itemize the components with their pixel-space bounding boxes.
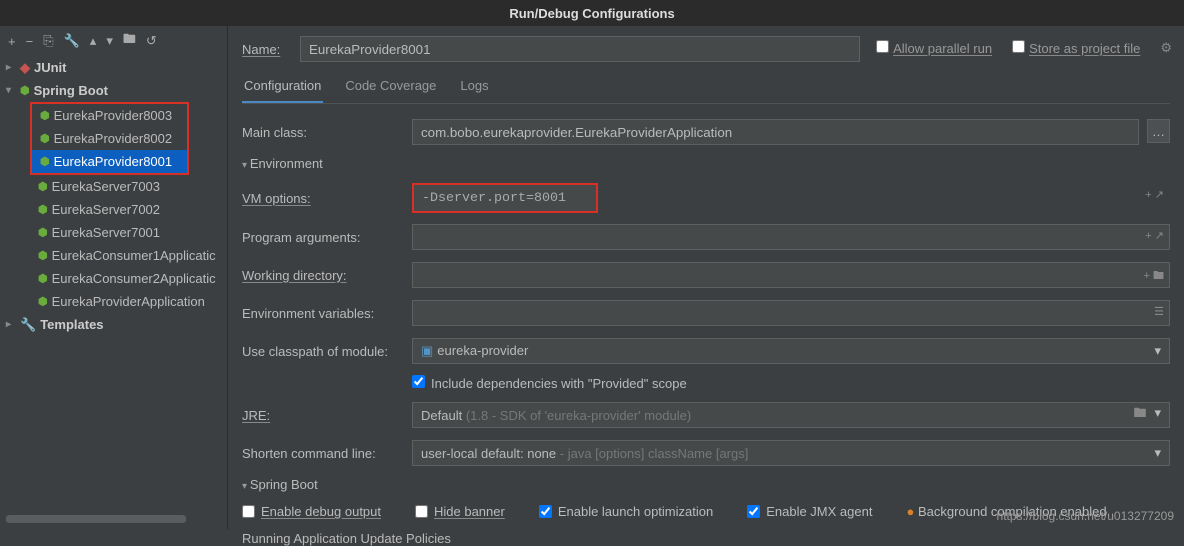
down-icon[interactable]: ▾ xyxy=(106,33,113,49)
springboot-icon: ⬢ xyxy=(38,272,48,285)
sidebar-toolbar: + − ⎘ 🔧 ▴ ▾ 🖿 ↺ xyxy=(0,26,227,56)
springboot-icon: ⬢ xyxy=(40,132,50,145)
tree-item-provider8001[interactable]: ⬢ EurekaProvider8001 xyxy=(32,150,187,173)
revert-icon[interactable]: ↺ xyxy=(146,33,157,49)
tree-junit[interactable]: ▸ ◆ JUnit xyxy=(0,56,227,79)
springboot-icon: ⬢ xyxy=(38,203,48,216)
shorten-label: Shorten command line: xyxy=(242,446,412,461)
name-label: Name: xyxy=(242,42,300,57)
environment-section[interactable]: Environment xyxy=(242,156,1170,171)
config-tree: ▸ ◆ JUnit ▾ ⬢ Spring Boot ⬢ EurekaProvid… xyxy=(0,56,227,529)
classpath-dropdown[interactable]: ▣eureka-provider ▾ xyxy=(412,338,1170,364)
remove-icon[interactable]: − xyxy=(26,34,34,49)
folder-icon[interactable]: + 🖿 xyxy=(1144,267,1164,286)
browse-main-class-button[interactable]: … xyxy=(1147,119,1170,143)
sidebar-scrollbar[interactable] xyxy=(6,515,186,523)
list-icon[interactable]: ☰ xyxy=(1154,305,1164,318)
springboot-icon: ⬢ xyxy=(38,180,48,193)
program-args-label: Program arguments: xyxy=(242,230,412,245)
tab-logs[interactable]: Logs xyxy=(458,72,490,103)
copy-icon[interactable]: ⎘ xyxy=(43,33,53,49)
wrench-icon[interactable]: 🔧 xyxy=(64,33,80,49)
tab-bar: Configuration Code Coverage Logs xyxy=(242,72,1170,104)
env-vars-label: Environment variables: xyxy=(242,306,412,321)
springboot-icon: ⬢ xyxy=(40,109,50,122)
window-title: Run/Debug Configurations xyxy=(0,0,1184,26)
highlighted-group: ⬢ EurekaProvider8003 ⬢ EurekaProvider800… xyxy=(30,102,189,175)
springboot-icon: ⬢ xyxy=(20,84,30,97)
vm-options-label: VM options: xyxy=(242,191,412,206)
classpath-label: Use classpath of module: xyxy=(242,344,412,359)
springboot-icon: ⬢ xyxy=(38,226,48,239)
tree-item-provider8002[interactable]: ⬢ EurekaProvider8002 xyxy=(32,127,187,150)
main-class-input[interactable] xyxy=(412,119,1139,145)
shorten-dropdown[interactable]: user-local default: none - java [options… xyxy=(412,440,1170,466)
chevron-down-icon: ▾ xyxy=(1154,343,1161,359)
chevron-down-icon: ▾ xyxy=(1154,405,1161,420)
sidebar: + − ⎘ 🔧 ▴ ▾ 🖿 ↺ ▸ ◆ JUnit ▾ ⬢ Spring Boo… xyxy=(0,26,228,529)
program-args-input[interactable] xyxy=(412,224,1170,250)
launch-opt-checkbox[interactable]: Enable launch optimization xyxy=(539,504,713,519)
expand-icon[interactable]: + ↗ xyxy=(1145,229,1164,242)
wrench-icon: 🔧 xyxy=(20,317,36,333)
include-provided-checkbox[interactable]: Include dependencies with "Provided" sco… xyxy=(412,376,687,391)
content-panel: Allow parallel run Store as project file… xyxy=(228,26,1184,529)
springboot-icon: ⬢ xyxy=(40,155,50,168)
warning-icon: ● xyxy=(906,504,914,519)
jre-label: JRE: xyxy=(242,408,412,423)
module-icon: ▣ xyxy=(421,343,433,358)
gear-icon[interactable]: ⚙ xyxy=(1160,40,1172,56)
tree-item-consumer2[interactable]: ⬢ EurekaConsumer2Applicatic xyxy=(0,267,227,290)
tree-item-server7002[interactable]: ⬢ EurekaServer7002 xyxy=(0,198,227,221)
running-update-label: Running Application Update Policies xyxy=(242,531,1170,546)
tab-code-coverage[interactable]: Code Coverage xyxy=(343,72,438,103)
vm-options-input[interactable] xyxy=(414,185,596,211)
folder-icon[interactable]: 🖿 xyxy=(123,30,136,52)
tab-configuration[interactable]: Configuration xyxy=(242,72,323,103)
tree-springboot[interactable]: ▾ ⬢ Spring Boot xyxy=(0,79,227,102)
springboot-icon: ⬢ xyxy=(38,249,48,262)
chevron-down-icon: ▾ xyxy=(1154,445,1161,461)
tree-item-server7001[interactable]: ⬢ EurekaServer7001 xyxy=(0,221,227,244)
folder-icon: 🖿 xyxy=(1133,405,1146,420)
springboot-icon: ⬢ xyxy=(38,295,48,308)
tree-item-provider8003[interactable]: ⬢ EurekaProvider8003 xyxy=(32,104,187,127)
working-dir-label: Working directory: xyxy=(242,268,412,283)
up-icon[interactable]: ▴ xyxy=(90,33,97,49)
add-icon[interactable]: + xyxy=(8,34,16,49)
tree-item-consumer1[interactable]: ⬢ EurekaConsumer1Applicatic xyxy=(0,244,227,267)
tree-item-providerapp[interactable]: ⬢ EurekaProviderApplication xyxy=(0,290,227,313)
jmx-checkbox[interactable]: Enable JMX agent xyxy=(747,504,872,519)
watermark: https://blog.csdn.net/u013277209 xyxy=(997,509,1174,523)
hide-banner-checkbox[interactable]: Hide banner xyxy=(415,504,505,519)
enable-debug-checkbox[interactable]: Enable debug output xyxy=(242,504,381,519)
allow-parallel-checkbox[interactable]: Allow parallel run xyxy=(876,40,992,56)
chevron-right-icon: ▸ xyxy=(6,62,20,73)
tree-templates[interactable]: ▸ 🔧 Templates xyxy=(0,313,227,336)
store-project-checkbox[interactable]: Store as project file xyxy=(1012,40,1140,56)
working-dir-input[interactable] xyxy=(412,262,1170,288)
env-vars-input[interactable] xyxy=(412,300,1170,326)
chevron-down-icon: ▾ xyxy=(6,85,20,96)
junit-icon: ◆ xyxy=(20,60,30,76)
chevron-right-icon: ▸ xyxy=(6,319,20,330)
expand-icon[interactable]: + ↗ xyxy=(1145,188,1164,201)
tree-item-server7003[interactable]: ⬢ EurekaServer7003 xyxy=(0,175,227,198)
jre-dropdown[interactable]: Default (1.8 - SDK of 'eureka-provider' … xyxy=(412,402,1170,428)
springboot-section[interactable]: Spring Boot xyxy=(242,477,1170,492)
name-input[interactable] xyxy=(300,36,860,62)
main-class-label: Main class: xyxy=(242,125,412,140)
